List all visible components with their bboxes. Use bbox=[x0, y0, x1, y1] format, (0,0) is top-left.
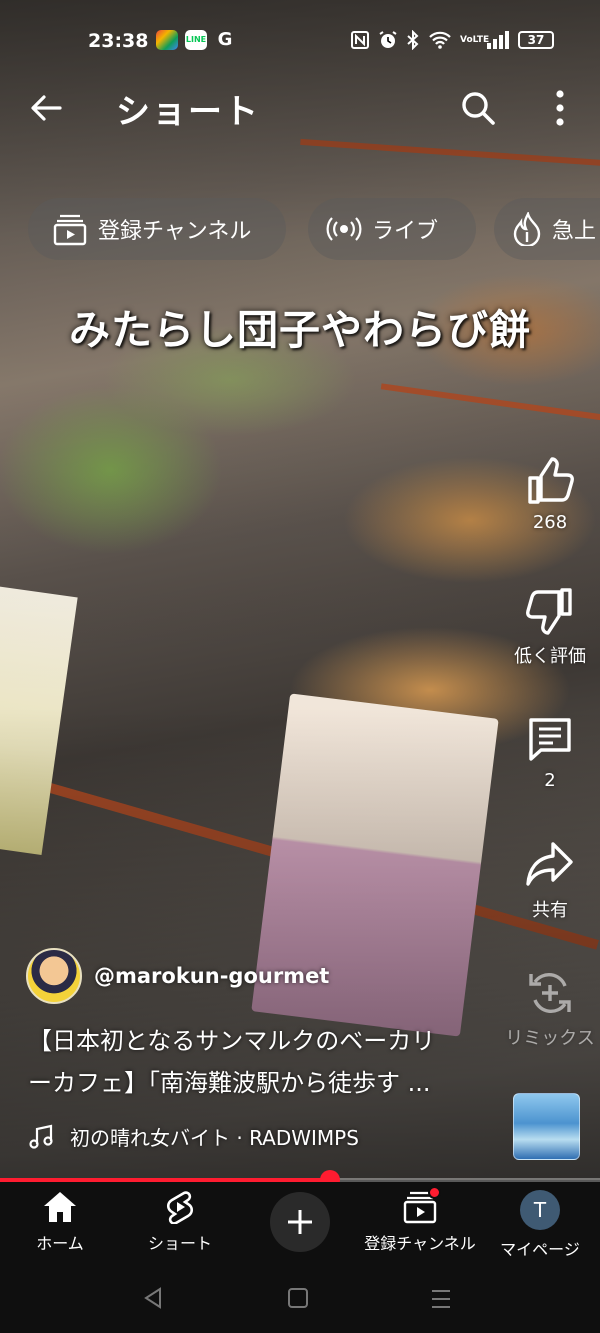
channel-handle[interactable]: @marokun-gourmet bbox=[94, 964, 329, 988]
battery-indicator: 37 bbox=[518, 31, 554, 49]
search-icon[interactable] bbox=[460, 90, 496, 126]
trending-icon bbox=[513, 212, 541, 246]
notification-dot bbox=[428, 1186, 441, 1199]
comment-icon bbox=[529, 718, 571, 761]
create-plus-icon bbox=[288, 1210, 312, 1234]
home-square-icon[interactable] bbox=[287, 1287, 309, 1309]
chip-label: ライブ bbox=[372, 219, 439, 244]
music-title: 初の晴れ女バイト · RADWIMPS bbox=[70, 1126, 359, 1150]
remix-label: リミックス bbox=[505, 1028, 595, 1049]
chip-label: 登録チャンネル bbox=[98, 219, 252, 244]
nav-label: 登録チャンネル bbox=[364, 1234, 476, 1253]
nav-label: マイページ bbox=[500, 1240, 580, 1259]
page-title: ショート bbox=[116, 92, 260, 132]
bottom-navigation: ホーム ショート 登録チャンネル T マイページ bbox=[0, 1182, 600, 1264]
remix-icon bbox=[529, 972, 571, 1014]
nav-item-shorts[interactable]: ショート bbox=[120, 1190, 240, 1254]
share-icon bbox=[526, 842, 573, 886]
signal-icon bbox=[487, 31, 509, 49]
live-icon bbox=[326, 217, 362, 241]
shorts-header: ショート bbox=[0, 84, 600, 132]
status-time: 23:38 bbox=[88, 30, 149, 52]
chip-trending[interactable]: 急上 bbox=[494, 198, 600, 260]
more-vert-icon[interactable] bbox=[548, 88, 572, 128]
nav-item-my-page[interactable]: T マイページ bbox=[480, 1190, 600, 1260]
bluetooth-icon bbox=[407, 30, 419, 50]
share-label: 共有 bbox=[532, 900, 568, 921]
home-icon bbox=[44, 1192, 76, 1222]
back-triangle-icon[interactable] bbox=[142, 1286, 164, 1310]
share-button[interactable]: 共有 bbox=[500, 840, 600, 922]
remix-button[interactable]: リミックス bbox=[500, 968, 600, 1050]
channel-row[interactable]: @marokun-gourmet bbox=[26, 946, 329, 1006]
video-description[interactable]: 【日本初となるサンマルクのベーカリ ーカフェ】「南海難波駅から徒歩す ... bbox=[28, 1020, 498, 1104]
shorts-icon bbox=[166, 1191, 194, 1224]
wifi-icon bbox=[429, 31, 451, 49]
chip-subscriptions[interactable]: 登録チャンネル bbox=[28, 198, 286, 260]
like-button[interactable]: 268 bbox=[500, 456, 600, 533]
nav-label: ホーム bbox=[36, 1234, 84, 1253]
music-note-icon bbox=[29, 1124, 53, 1149]
volte-icon: VoLTE bbox=[460, 34, 490, 45]
nav-item-subscriptions[interactable]: 登録チャンネル bbox=[360, 1190, 480, 1254]
nav-label: ショート bbox=[147, 1234, 212, 1253]
subscriptions-icon bbox=[53, 214, 87, 246]
feed-filter-chips: 登録チャンネル ライブ 急上 bbox=[28, 198, 600, 260]
avatar: T bbox=[520, 1190, 560, 1230]
chip-label: 急上 bbox=[552, 219, 597, 244]
system-navigation-bar bbox=[0, 1264, 600, 1333]
thumb-up-icon bbox=[528, 457, 574, 504]
nav-item-home[interactable]: ホーム bbox=[0, 1190, 120, 1254]
comment-count: 2 bbox=[544, 770, 556, 791]
recents-lines-icon[interactable] bbox=[430, 1288, 452, 1310]
back-arrow-icon[interactable] bbox=[28, 90, 64, 126]
alarm-icon bbox=[379, 31, 397, 48]
create-button[interactable] bbox=[270, 1192, 330, 1252]
status-system-icons: VoLTE 37 bbox=[350, 30, 554, 50]
nfc-icon bbox=[351, 31, 369, 49]
description-line: 【日本初となるサンマルクのベーカリ bbox=[28, 1027, 436, 1055]
google-icon: G bbox=[217, 29, 233, 50]
comments-button[interactable]: 2 bbox=[500, 714, 600, 791]
video-caption-overlay: みたらし団子やわらび餅 bbox=[69, 306, 531, 354]
thumb-down-icon bbox=[526, 588, 572, 635]
channel-avatar[interactable] bbox=[26, 948, 82, 1004]
photos-icon bbox=[156, 30, 178, 50]
line-icon: LINE bbox=[185, 30, 207, 50]
like-count: 268 bbox=[532, 512, 568, 533]
dislike-label: 低く評価 bbox=[514, 646, 586, 667]
dislike-button[interactable]: 低く評価 bbox=[500, 586, 600, 668]
description-line: ーカフェ】「南海難波駅から徒歩す ... bbox=[28, 1069, 431, 1097]
music-thumbnail[interactable] bbox=[513, 1093, 580, 1160]
status-bar: 23:38 LINE G VoLTE 37 bbox=[0, 22, 600, 62]
chip-live[interactable]: ライブ bbox=[308, 198, 476, 260]
music-row[interactable]: 初の晴れ女バイト · RADWIMPS bbox=[28, 1122, 359, 1151]
